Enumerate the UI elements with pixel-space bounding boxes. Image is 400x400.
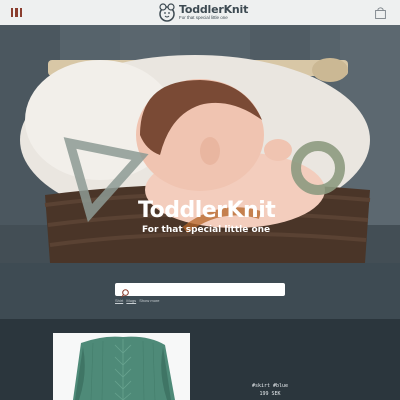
product-caption[interactable]: #skirt #blue 199 SEK [230,383,310,398]
site-logo[interactable]: ToddlerKnit For that special little one [157,2,248,23]
logo-subtitle: For that special little one [179,15,228,21]
search-icon[interactable] [121,285,130,298]
show-more-link[interactable]: Show more [139,298,159,303]
hero-title: ToddlerKnit [138,198,276,223]
product-tags: #skirt #blue [251,383,289,389]
product-section: #skirt #blue 199 SEK [0,319,400,400]
menu-icon[interactable] [11,8,22,17]
logo-icon [157,2,177,23]
hero-banner: ToddlerKnit For that special little one [0,25,400,263]
product-price: 199 SEK [259,390,281,397]
shopping-bag-icon[interactable] [375,6,386,19]
logo-title: ToddlerKnit [179,3,249,17]
search-section: Shirt Mugs Show more [0,263,400,319]
search-input[interactable] [133,283,281,296]
site-header: ToddlerKnit For that special little one [0,0,400,25]
tag-link[interactable]: Mugs [126,298,136,303]
tag-link[interactable]: Shirt [115,298,123,303]
search-bar[interactable] [115,283,285,298]
hero-subtitle: For that special little one [142,225,271,235]
product-image[interactable] [53,333,190,400]
search-tags: Shirt Mugs Show more [115,298,162,303]
